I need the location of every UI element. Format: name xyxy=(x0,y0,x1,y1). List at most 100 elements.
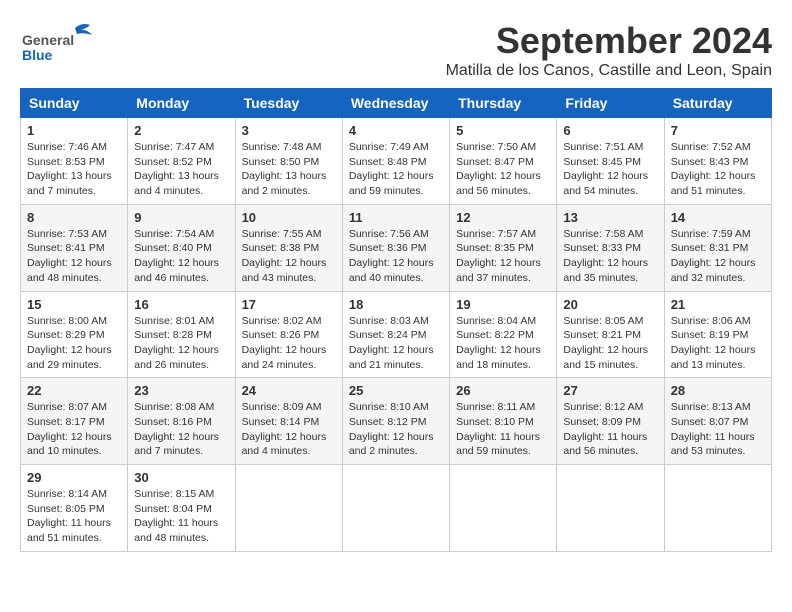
daylight-text: Daylight: 11 hours and 59 minutes. xyxy=(456,430,550,459)
header-monday: Monday xyxy=(128,89,235,118)
sunrise-text: Sunrise: 8:07 AM xyxy=(27,400,121,415)
day-number: 12 xyxy=(456,210,550,225)
day-info: Sunrise: 8:10 AMSunset: 8:12 PMDaylight:… xyxy=(349,400,443,459)
header-thursday: Thursday xyxy=(450,89,557,118)
logo: General Blue xyxy=(20,20,100,65)
day-number: 10 xyxy=(242,210,336,225)
sunrise-text: Sunrise: 7:57 AM xyxy=(456,227,550,242)
daylight-text: Daylight: 11 hours and 48 minutes. xyxy=(134,516,228,545)
sunset-text: Sunset: 8:05 PM xyxy=(27,502,121,517)
sunrise-text: Sunrise: 7:58 AM xyxy=(563,227,657,242)
sunset-text: Sunset: 8:26 PM xyxy=(242,328,336,343)
day-info: Sunrise: 7:47 AMSunset: 8:52 PMDaylight:… xyxy=(134,140,228,199)
calendar-cell: 23Sunrise: 8:08 AMSunset: 8:16 PMDayligh… xyxy=(128,378,235,465)
day-number: 8 xyxy=(27,210,121,225)
sunrise-text: Sunrise: 8:06 AM xyxy=(671,314,765,329)
calendar-cell: 8 Sunrise: 7:53 AMSunset: 8:41 PMDaylight… xyxy=(21,204,128,291)
day-info: Sunrise: 7:56 AMSunset: 8:36 PMDaylight:… xyxy=(349,227,443,286)
sunset-text: Sunset: 8:21 PM xyxy=(563,328,657,343)
day-info: Sunrise: 7:53 AMSunset: 8:41 PMDaylight:… xyxy=(27,227,121,286)
sunset-text: Sunset: 8:07 PM xyxy=(671,415,765,430)
day-info: Sunrise: 8:13 AMSunset: 8:07 PMDaylight:… xyxy=(671,400,765,459)
sunrise-text: Sunrise: 7:56 AM xyxy=(349,227,443,242)
header-tuesday: Tuesday xyxy=(235,89,342,118)
sunset-text: Sunset: 8:04 PM xyxy=(134,502,228,517)
page-title: September 2024 xyxy=(446,20,772,62)
day-info: Sunrise: 7:58 AMSunset: 8:33 PMDaylight:… xyxy=(563,227,657,286)
daylight-text: Daylight: 12 hours and 48 minutes. xyxy=(27,256,121,285)
daylight-text: Daylight: 12 hours and 26 minutes. xyxy=(134,343,228,372)
calendar-cell xyxy=(664,465,771,552)
day-number: 16 xyxy=(134,297,228,312)
day-number: 30 xyxy=(134,470,228,485)
daylight-text: Daylight: 12 hours and 18 minutes. xyxy=(456,343,550,372)
daylight-text: Daylight: 12 hours and 24 minutes. xyxy=(242,343,336,372)
day-number: 28 xyxy=(671,383,765,398)
calendar-cell: 13 Sunrise: 7:58 AMSunset: 8:33 PMDayligh… xyxy=(557,204,664,291)
page-header: General Blue September 2024 Matilla de l… xyxy=(20,20,772,80)
calendar-header-row: SundayMondayTuesdayWednesdayThursdayFrid… xyxy=(21,89,772,118)
day-info: Sunrise: 8:01 AMSunset: 8:28 PMDaylight:… xyxy=(134,314,228,373)
calendar-cell: 2Sunrise: 7:47 AMSunset: 8:52 PMDaylight… xyxy=(128,118,235,205)
daylight-text: Daylight: 13 hours and 7 minutes. xyxy=(27,169,121,198)
day-info: Sunrise: 8:04 AMSunset: 8:22 PMDaylight:… xyxy=(456,314,550,373)
daylight-text: Daylight: 11 hours and 56 minutes. xyxy=(563,430,657,459)
calendar-week-2: 8 Sunrise: 7:53 AMSunset: 8:41 PMDaylight… xyxy=(21,204,772,291)
sunset-text: Sunset: 8:41 PM xyxy=(27,241,121,256)
calendar-cell: 26Sunrise: 8:11 AMSunset: 8:10 PMDayligh… xyxy=(450,378,557,465)
daylight-text: Daylight: 12 hours and 35 minutes. xyxy=(563,256,657,285)
daylight-text: Daylight: 12 hours and 13 minutes. xyxy=(671,343,765,372)
calendar-cell: 4Sunrise: 7:49 AMSunset: 8:48 PMDaylight… xyxy=(342,118,449,205)
sunrise-text: Sunrise: 7:54 AM xyxy=(134,227,228,242)
sunset-text: Sunset: 8:52 PM xyxy=(134,155,228,170)
sunset-text: Sunset: 8:35 PM xyxy=(456,241,550,256)
day-number: 29 xyxy=(27,470,121,485)
calendar-cell: 29Sunrise: 8:14 AMSunset: 8:05 PMDayligh… xyxy=(21,465,128,552)
calendar-cell: 3Sunrise: 7:48 AMSunset: 8:50 PMDaylight… xyxy=(235,118,342,205)
calendar-cell: 17Sunrise: 8:02 AMSunset: 8:26 PMDayligh… xyxy=(235,291,342,378)
calendar-cell: 11Sunrise: 7:56 AMSunset: 8:36 PMDayligh… xyxy=(342,204,449,291)
day-number: 4 xyxy=(349,123,443,138)
sunset-text: Sunset: 8:31 PM xyxy=(671,241,765,256)
header-sunday: Sunday xyxy=(21,89,128,118)
day-number: 13 xyxy=(563,210,657,225)
sunset-text: Sunset: 8:43 PM xyxy=(671,155,765,170)
page-subtitle: Matilla de los Canos, Castille and Leon,… xyxy=(446,62,772,80)
day-info: Sunrise: 8:11 AMSunset: 8:10 PMDaylight:… xyxy=(456,400,550,459)
sunrise-text: Sunrise: 7:52 AM xyxy=(671,140,765,155)
calendar-cell: 30 Sunrise: 8:15 AMSunset: 8:04 PMDayligh… xyxy=(128,465,235,552)
header-friday: Friday xyxy=(557,89,664,118)
day-number: 1 xyxy=(27,123,121,138)
sunrise-text: Sunrise: 8:09 AM xyxy=(242,400,336,415)
day-info: Sunrise: 8:03 AMSunset: 8:24 PMDaylight:… xyxy=(349,314,443,373)
calendar-cell xyxy=(557,465,664,552)
day-number: 21 xyxy=(671,297,765,312)
day-number: 17 xyxy=(242,297,336,312)
sunrise-text: Sunrise: 8:14 AM xyxy=(27,487,121,502)
daylight-text: Daylight: 12 hours and 40 minutes. xyxy=(349,256,443,285)
daylight-text: Daylight: 12 hours and 10 minutes. xyxy=(27,430,121,459)
sunrise-text: Sunrise: 8:15 AM xyxy=(134,487,228,502)
day-number: 15 xyxy=(27,297,121,312)
calendar-cell xyxy=(342,465,449,552)
daylight-text: Daylight: 12 hours and 46 minutes. xyxy=(134,256,228,285)
sunrise-text: Sunrise: 7:55 AM xyxy=(242,227,336,242)
sunset-text: Sunset: 8:33 PM xyxy=(563,241,657,256)
title-section: September 2024 Matilla de los Canos, Cas… xyxy=(446,20,772,80)
daylight-text: Daylight: 12 hours and 51 minutes. xyxy=(671,169,765,198)
day-number: 27 xyxy=(563,383,657,398)
calendar-cell: 28 Sunrise: 8:13 AMSunset: 8:07 PMDayligh… xyxy=(664,378,771,465)
calendar-cell: 22Sunrise: 8:07 AMSunset: 8:17 PMDayligh… xyxy=(21,378,128,465)
daylight-text: Daylight: 12 hours and 37 minutes. xyxy=(456,256,550,285)
daylight-text: Daylight: 12 hours and 32 minutes. xyxy=(671,256,765,285)
sunset-text: Sunset: 8:48 PM xyxy=(349,155,443,170)
sunrise-text: Sunrise: 8:01 AM xyxy=(134,314,228,329)
calendar-cell xyxy=(235,465,342,552)
daylight-text: Daylight: 11 hours and 53 minutes. xyxy=(671,430,765,459)
day-info: Sunrise: 7:50 AMSunset: 8:47 PMDaylight:… xyxy=(456,140,550,199)
day-info: Sunrise: 8:15 AMSunset: 8:04 PMDaylight:… xyxy=(134,487,228,546)
sunrise-text: Sunrise: 8:00 AM xyxy=(27,314,121,329)
day-info: Sunrise: 7:57 AMSunset: 8:35 PMDaylight:… xyxy=(456,227,550,286)
calendar-week-3: 15Sunrise: 8:00 AMSunset: 8:29 PMDayligh… xyxy=(21,291,772,378)
day-number: 23 xyxy=(134,383,228,398)
